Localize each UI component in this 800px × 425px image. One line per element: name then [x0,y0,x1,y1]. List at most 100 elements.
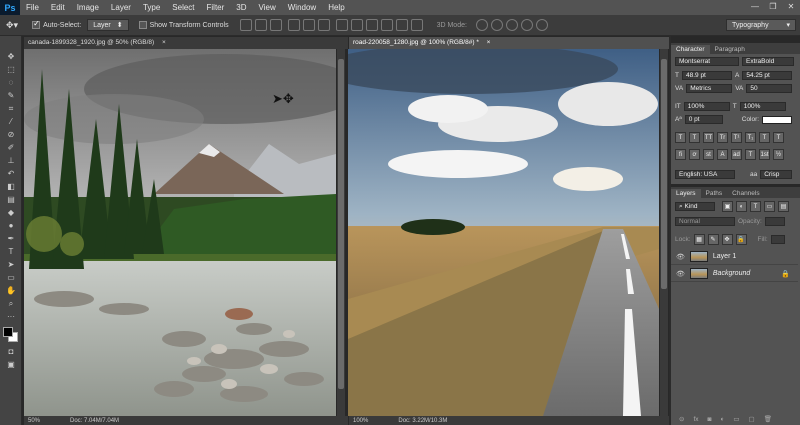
leading-field[interactable]: 54.25 pt [742,71,793,80]
distribute-bottom-icon[interactable] [365,19,378,31]
3d-scale-icon[interactable] [535,19,548,31]
align-top-icon[interactable] [239,19,252,31]
faux-italic-button[interactable]: T [689,132,700,143]
filter-shape-icon[interactable]: ▭ [764,201,775,212]
scrollbar-thumb[interactable] [661,59,667,289]
eraser-tool-icon[interactable]: ◧ [0,180,22,193]
hand-tool-icon[interactable]: ✋ [0,284,22,297]
lock-all-icon[interactable]: 🔒 [735,234,747,245]
all-caps-button[interactable]: TT [703,132,714,143]
photoshop-logo[interactable]: Ps [0,0,20,15]
color-swatches[interactable] [0,325,22,345]
gradient-tool-icon[interactable]: ▤ [0,193,22,206]
language-dropdown[interactable]: English: USA [675,170,735,179]
auto-select-checkbox[interactable]: Auto-Select: [32,19,81,29]
clone-stamp-tool-icon[interactable]: ⊥ [0,154,22,167]
close-tab-icon[interactable]: × [487,39,491,46]
tab-paths[interactable]: Paths [700,189,728,198]
minimize-button[interactable]: — [748,2,762,13]
marquee-tool-icon[interactable]: ⬚ [0,63,22,76]
layer-mask-icon[interactable]: ◙ [708,416,712,423]
distribute-middle-icon[interactable] [350,19,363,31]
blur-tool-icon[interactable]: ◆ [0,206,22,219]
baseline-shift-field[interactable]: 0 pt [684,115,723,124]
filter-smart-icon[interactable]: ▤ [778,201,789,212]
layer-row-layer-1[interactable]: 👁 Layer 1 [671,249,798,265]
menu-edit[interactable]: Edit [45,3,71,12]
filter-pixel-icon[interactable]: ▣ [722,201,733,212]
font-family-dropdown[interactable]: Montserrat [675,57,739,66]
healing-brush-tool-icon[interactable]: ⊘ [0,128,22,141]
document-tab-road[interactable]: road-220058_1280.jpg @ 100% (RGB/8#) * × [349,37,669,49]
brush-tool-icon[interactable]: ✐ [0,141,22,154]
tab-paragraph[interactable]: Paragraph [709,45,750,54]
layer-filter-dropdown[interactable]: ⌕ Kind [675,202,715,211]
tab-character[interactable]: Character [671,45,710,54]
canvas-road[interactable] [348,49,659,416]
blend-mode-dropdown[interactable]: Normal [675,217,735,226]
history-brush-tool-icon[interactable]: ↶ [0,167,22,180]
font-style-dropdown[interactable]: ExtraBold [742,57,794,66]
foreground-color-swatch[interactable] [3,327,13,337]
link-layers-icon[interactable]: ⊝ [679,415,684,423]
distribute-center-icon[interactable] [395,19,408,31]
zoom-level[interactable]: 100% [353,418,368,424]
quick-mask-icon[interactable]: ◘ [0,345,22,358]
swash-button[interactable]: A [717,149,728,160]
canvas-canada[interactable]: ➤✥ [24,49,336,416]
contextual-alternates-button[interactable]: ơ [689,149,700,160]
strikethrough-button[interactable]: T [773,132,784,143]
eye-icon[interactable]: 👁 [676,253,685,261]
lock-transparent-icon[interactable]: ▦ [693,234,705,245]
align-right-icon[interactable] [317,19,330,31]
ligatures-button[interactable]: fi [675,149,686,160]
screen-mode-icon[interactable]: ▣ [0,358,22,371]
layer-style-icon[interactable]: fx [693,416,698,423]
adjustment-layer-icon[interactable]: ◐ [720,416,724,423]
titling-alternates-button[interactable]: T [745,149,756,160]
small-caps-button[interactable]: Tr [717,132,728,143]
align-middle-icon[interactable] [254,19,267,31]
lock-position-icon[interactable]: ✥ [721,234,733,245]
layer-name[interactable]: Layer 1 [713,253,736,260]
text-color-swatch[interactable] [762,115,793,124]
crop-tool-icon[interactable]: ⌗ [0,102,22,115]
menu-view[interactable]: View [253,3,282,12]
menu-window[interactable]: Window [282,3,322,12]
lock-pixels-icon[interactable]: ✎ [707,234,719,245]
fill-field[interactable] [770,235,785,244]
restore-button[interactable]: ❐ [766,2,780,13]
close-button[interactable]: ✕ [784,2,798,13]
menu-file[interactable]: File [20,3,45,12]
new-layer-icon[interactable]: ▢ [749,415,755,423]
pen-tool-icon[interactable]: ✒ [0,232,22,245]
scrollbar-vertical[interactable] [337,49,345,416]
underline-button[interactable]: T [759,132,770,143]
menu-3d[interactable]: 3D [230,3,252,12]
filter-type-icon[interactable]: T [750,201,761,212]
lasso-tool-icon[interactable]: ◌ [0,76,22,89]
font-size-field[interactable]: 48.9 pt [681,71,732,80]
layer-row-background[interactable]: 👁 Background 🔒 [671,266,798,282]
antialias-dropdown[interactable]: Crisp [760,170,793,179]
tab-layers[interactable]: Layers [671,189,701,198]
vertical-scale-field[interactable]: 100% [683,102,730,111]
close-tab-icon[interactable]: × [162,39,166,46]
discretionary-ligatures-button[interactable]: st [703,149,714,160]
move-tool-icon[interactable]: ✥ [0,50,22,63]
distribute-right-icon[interactable] [410,19,423,31]
faux-bold-button[interactable]: T [675,132,686,143]
dodge-tool-icon[interactable]: ● [0,219,22,232]
scrollbar-vertical[interactable] [660,49,668,416]
zoom-level[interactable]: 50% [28,418,40,424]
opacity-field[interactable] [764,217,785,226]
filter-adjustment-icon[interactable]: ◐ [736,201,747,212]
menu-layer[interactable]: Layer [105,3,137,12]
3d-orbit-icon[interactable] [475,19,488,31]
tracking-field[interactable]: 50 [746,84,793,93]
3d-roll-icon[interactable] [490,19,503,31]
3d-slide-icon[interactable] [520,19,533,31]
3d-pan-icon[interactable] [505,19,518,31]
kerning-field[interactable]: Metrics [686,84,733,93]
menu-type[interactable]: Type [137,3,166,12]
